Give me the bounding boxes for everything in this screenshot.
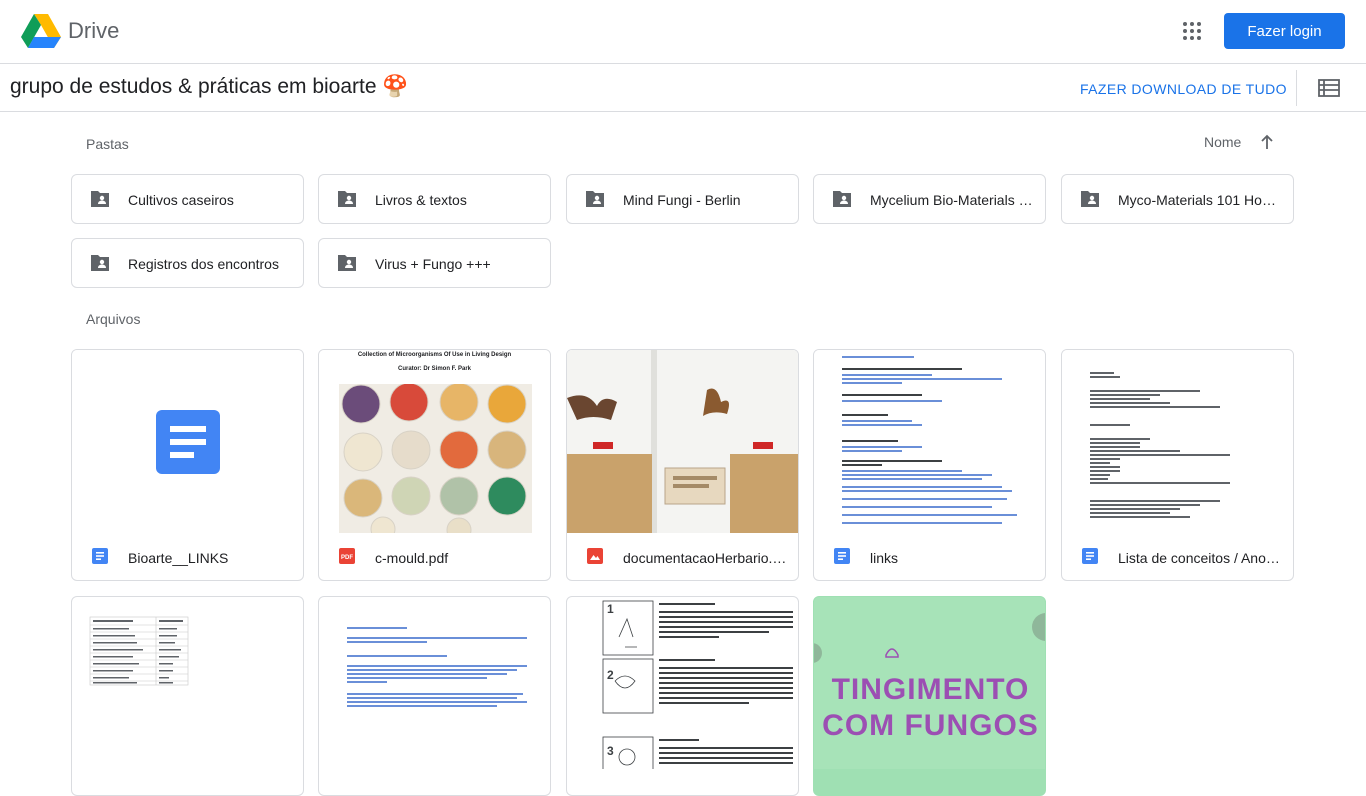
shared-folder-icon [338, 191, 356, 207]
files-section-label: Arquivos [86, 311, 141, 327]
apps-grid-icon[interactable] [1180, 19, 1204, 43]
file-item[interactable]: Collection of Microorganisms Of Use in L… [318, 349, 551, 581]
login-button[interactable]: Fazer login [1224, 13, 1345, 49]
file-item[interactable]: Lista de conceitos / Anotações [1061, 349, 1294, 581]
folder-item[interactable]: Livros & textos [318, 174, 551, 224]
file-name: links [870, 550, 899, 566]
file-item[interactable]: TINGIMENTO COM FUNGOS [813, 596, 1046, 796]
file-meta: documentacaoHerbario.png [567, 533, 798, 580]
file-item[interactable]: Bioarte__LINKS [71, 349, 304, 581]
google-doc-large-icon [156, 410, 220, 474]
svg-text:1: 1 [607, 602, 614, 616]
file-thumbnail: Collection of Microorganisms Of Use in L… [319, 350, 550, 533]
folder-name: Mind Fungi - Berlin [623, 192, 741, 208]
folder-name: Registros dos encontros [128, 256, 279, 272]
sort-by-name[interactable]: Nome [1204, 134, 1241, 150]
folder-title-bar: grupo de estudos & práticas em bioarte 🍄… [0, 64, 1366, 112]
file-item[interactable]: documentacaoHerbario.png [566, 349, 799, 581]
folder-item[interactable]: Registros dos encontros [71, 238, 304, 288]
concepts-doc-preview [1090, 372, 1230, 518]
folders-section-label: Pastas [86, 136, 129, 152]
svg-text:2: 2 [607, 668, 614, 682]
slide-title-line2: COM FUNGOS [822, 709, 1039, 742]
herbarium-photo-image [567, 350, 798, 533]
top-bar: Drive Fazer login [0, 0, 1366, 64]
folder-name: Virus + Fungo +++ [375, 256, 491, 272]
file-thumbnail [72, 350, 303, 533]
pdf-icon: PDF [339, 548, 355, 564]
folder-title: grupo de estudos & práticas em bioarte 🍄 [10, 75, 409, 98]
petri-dishes-image [339, 384, 532, 533]
file-thumbnail [1062, 350, 1293, 533]
file-name: documentacaoHerbario.png [623, 550, 788, 566]
file-name: c-mould.pdf [375, 550, 449, 566]
shared-folder-icon [91, 191, 109, 207]
arrow-up-icon[interactable] [1258, 133, 1276, 151]
image-file-icon [587, 548, 603, 564]
file-item[interactable]: 1 2 3 [566, 596, 799, 796]
links-list-preview [347, 627, 527, 707]
file-meta: PDF c-mould.pdf [319, 533, 550, 580]
folder-name: Myco-Materials 101 How to... [1118, 192, 1283, 208]
svg-text:3: 3 [607, 744, 614, 758]
file-name: Lista de conceitos / Anotações [1118, 550, 1283, 566]
shared-folder-icon [338, 255, 356, 271]
shared-folder-icon [586, 191, 604, 207]
file-thumbnail [814, 350, 1045, 533]
file-item[interactable] [71, 596, 304, 796]
google-doc-icon [1082, 548, 1098, 564]
folder-item[interactable]: Myco-Materials 101 How to... [1061, 174, 1294, 224]
thumbnail-title: Collection of Microorganisms Of Use in L… [357, 352, 512, 358]
list-view-icon[interactable] [1318, 78, 1340, 98]
folder-name: Livros & textos [375, 192, 467, 208]
links-doc-preview [842, 356, 1017, 524]
shared-folder-icon [833, 191, 851, 207]
download-all-button[interactable]: FAZER DOWNLOAD DE TUDO [1080, 81, 1287, 97]
folder-item[interactable]: Mind Fungi - Berlin [566, 174, 799, 224]
shared-folder-icon [1081, 191, 1099, 207]
svg-text:PDF: PDF [341, 555, 353, 561]
folder-item[interactable]: Cultivos caseiros [71, 174, 304, 224]
google-doc-icon [834, 548, 850, 564]
slide-title-line1: TINGIMENTO [831, 673, 1030, 706]
folder-name: Cultivos caseiros [128, 192, 234, 208]
cultivation-guide-preview: 1 2 3 [602, 600, 793, 778]
file-meta: Bioarte__LINKS [72, 533, 303, 580]
thumbnail-subtitle: Curator: Dr Simon F. Park [397, 366, 471, 372]
folder-item[interactable]: Mycelium Bio-Materials Workshop [813, 174, 1046, 224]
brand-name[interactable]: Drive [68, 18, 119, 44]
species-table-preview [89, 616, 189, 686]
file-item[interactable]: links [813, 349, 1046, 581]
file-meta: Lista de conceitos / Anotações [1062, 533, 1293, 580]
file-name: Bioarte__LINKS [128, 550, 229, 566]
folder-name: Mycelium Bio-Materials Workshop [870, 192, 1035, 208]
file-item[interactable] [318, 596, 551, 796]
folder-item[interactable]: Virus + Fungo +++ [318, 238, 551, 288]
divider [1296, 70, 1297, 106]
file-meta: links [814, 533, 1045, 580]
drive-logo-icon[interactable] [21, 14, 61, 48]
google-doc-icon [92, 548, 108, 564]
file-thumbnail [567, 350, 798, 533]
shared-folder-icon [91, 255, 109, 271]
